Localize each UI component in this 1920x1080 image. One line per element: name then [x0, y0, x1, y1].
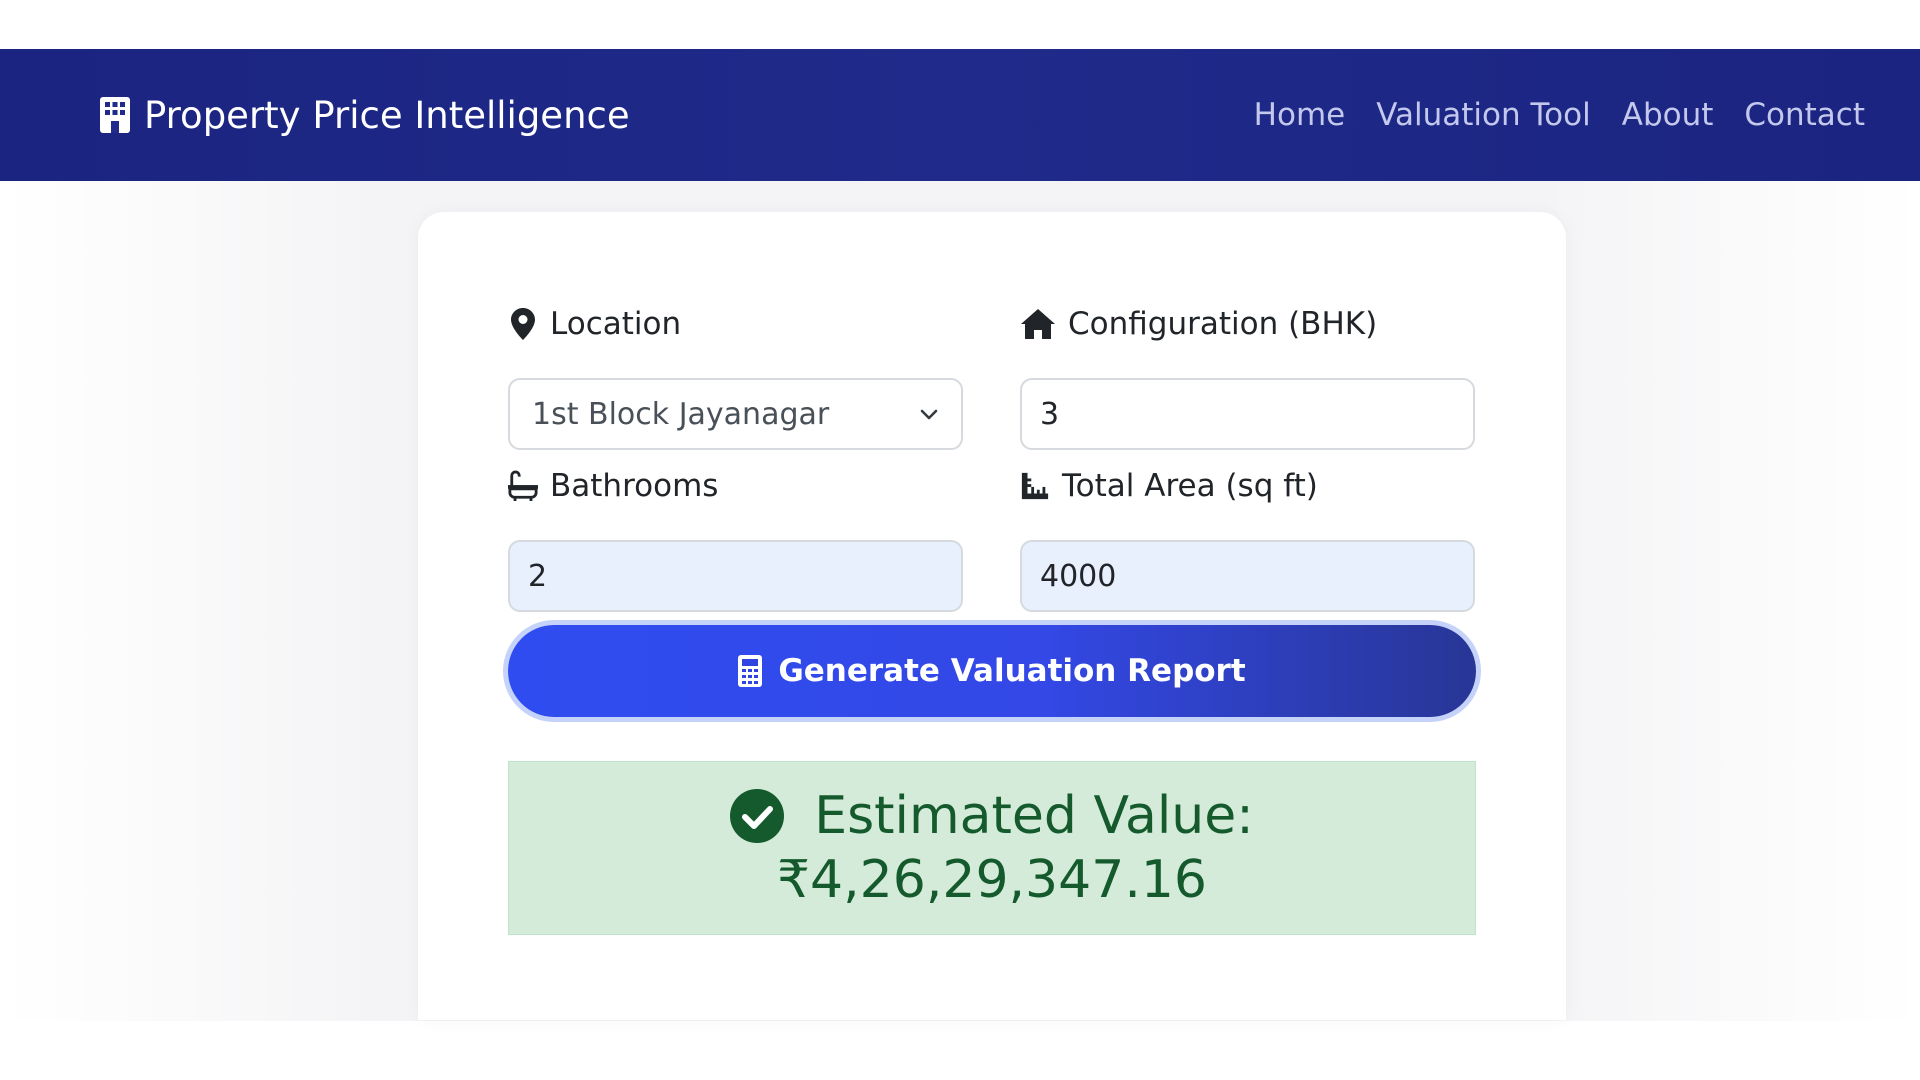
location-field: Location 1st Block Jayanagar — [508, 304, 963, 450]
top-navbar: Property Price Intelligence Home Valuati… — [0, 49, 1920, 181]
chevron-down-icon — [920, 409, 938, 420]
estimated-value-amount: ₹4,26,29,347.16 — [776, 850, 1208, 910]
bathrooms-label: Bathrooms — [508, 466, 963, 506]
area-label-text: Total Area (sq ft) — [1062, 468, 1318, 504]
location-select[interactable]: 1st Block Jayanagar — [508, 378, 963, 450]
home-icon — [1021, 309, 1055, 339]
nav-link-contact[interactable]: Contact — [1744, 97, 1865, 133]
nav-link-home[interactable]: Home — [1254, 97, 1346, 133]
bathrooms-input[interactable]: 2 — [508, 540, 963, 612]
estimated-value-heading: Estimated Value: — [730, 784, 1254, 848]
bhk-field: Configuration (BHK) 3 — [1020, 304, 1475, 450]
bathrooms-input-value: 2 — [528, 558, 548, 594]
bathrooms-field: Bathrooms 2 — [508, 466, 963, 612]
area-input-value: 4000 — [1040, 558, 1117, 594]
bhk-label: Configuration (BHK) — [1020, 304, 1475, 344]
estimated-value-alert: Estimated Value: ₹4,26,29,347.16 — [508, 761, 1476, 935]
ruler-icon — [1021, 472, 1049, 500]
check-circle-icon — [730, 789, 785, 843]
bath-icon — [508, 470, 538, 501]
location-label-text: Location — [550, 306, 682, 342]
bhk-input[interactable]: 3 — [1020, 378, 1475, 450]
brand-title: Property Price Intelligence — [144, 93, 630, 137]
bhk-label-text: Configuration (BHK) — [1068, 306, 1378, 342]
area-input[interactable]: 4000 — [1020, 540, 1475, 612]
nav-link-about[interactable]: About — [1622, 97, 1714, 133]
area-label: Total Area (sq ft) — [1020, 466, 1475, 506]
location-label: Location — [508, 304, 963, 344]
bhk-input-value: 3 — [1040, 396, 1060, 432]
map-pin-icon — [511, 308, 535, 340]
calculator-icon — [738, 655, 763, 687]
building-icon — [100, 97, 130, 133]
bathrooms-label-text: Bathrooms — [550, 468, 719, 504]
brand[interactable]: Property Price Intelligence — [100, 94, 630, 137]
area-field: Total Area (sq ft) 4000 — [1020, 466, 1475, 612]
estimated-value-label: Estimated Value: — [814, 786, 1254, 846]
nav-link-valuation-tool[interactable]: Valuation Tool — [1376, 97, 1591, 133]
nav-links: Home Valuation Tool About Contact — [1254, 97, 1865, 133]
location-select-value: 1st Block Jayanagar — [532, 396, 830, 432]
generate-report-label: Generate Valuation Report — [778, 653, 1246, 689]
generate-report-button[interactable]: Generate Valuation Report — [508, 625, 1476, 717]
